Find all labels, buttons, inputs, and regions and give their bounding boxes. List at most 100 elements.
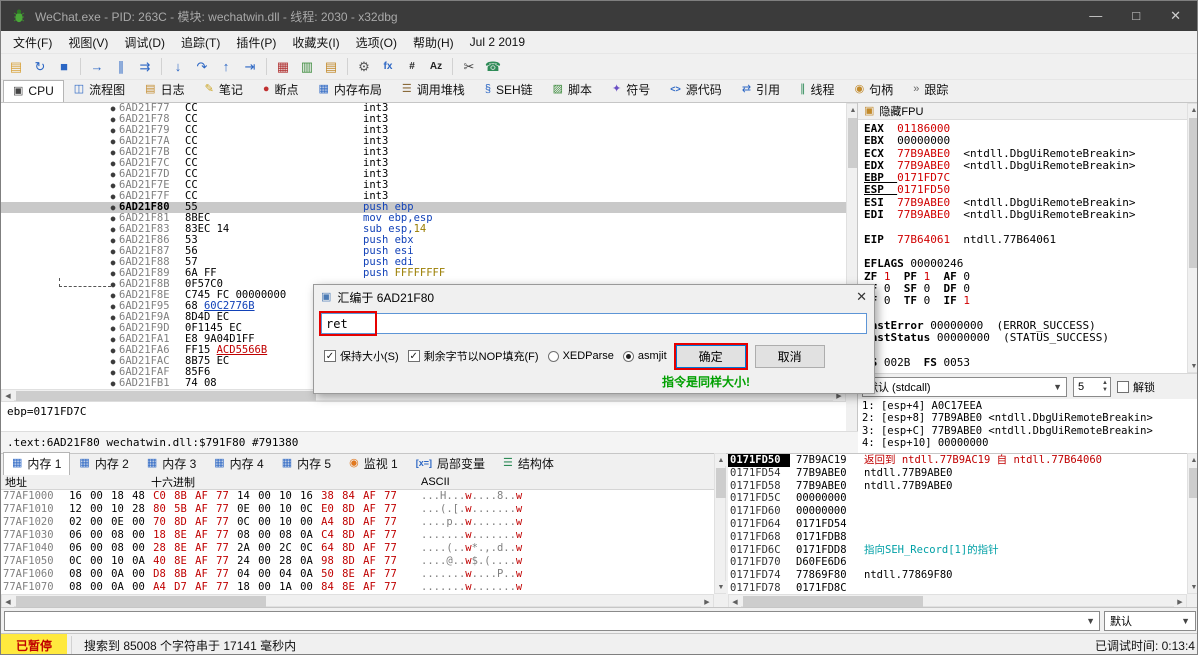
tab-notes[interactable]: ✎笔记 — [195, 77, 253, 102]
register-row[interactable]: LastStatus 00000000 (STATUS_SUCCESS) — [864, 332, 1187, 344]
dump-row[interactable]: 77AF10500C00100A408EAF772400280A988DAF77… — [1, 555, 714, 568]
checkbox-1[interactable]: ✓剩余字节以NOP填充(F) — [408, 348, 539, 364]
registers-vscrollbar[interactable]: ▲ ▼ — [1187, 103, 1198, 373]
menu-item-4[interactable]: 插件(P) — [228, 32, 284, 53]
spinner-arrows[interactable]: ▲▼ — [1102, 380, 1110, 394]
settings-icon[interactable]: ⚙ — [353, 57, 375, 77]
dump-hscrollbar[interactable]: ◀ ▶ — [1, 594, 714, 607]
stack-row[interactable]: 0171FD6C0171FDD8指向SEH_Record[1]的指针 — [728, 544, 1187, 557]
minimize-button[interactable]: — — [1089, 8, 1102, 24]
tab-graph[interactable]: ◫流程图 — [64, 77, 135, 102]
scroll-down-arrow[interactable]: ▼ — [1188, 360, 1198, 372]
step-over-icon[interactable]: ↷ — [191, 57, 213, 77]
tab-trace[interactable]: »跟踪 — [903, 77, 958, 102]
convention-dropdown[interactable]: 默认 (stdcall) ▼ — [862, 377, 1067, 397]
stack-row[interactable]: 0171FD640171FD54 — [728, 518, 1187, 531]
menu-item-7[interactable]: 帮助(H) — [405, 32, 462, 53]
scroll-up-arrow[interactable]: ▲ — [1188, 104, 1198, 116]
tab-source[interactable]: <>源代码 — [660, 77, 732, 102]
checkbox-0[interactable]: ✓保持大小(S) — [324, 348, 399, 364]
stack-row[interactable]: 0171FD5077B9AC19返回到 ntdll.77B9AC19 自 ntd… — [728, 454, 1187, 467]
dump-vscrollbar[interactable]: ▲ ▼ — [714, 453, 726, 594]
menu-item-6[interactable]: 选项(O) — [348, 32, 405, 53]
command-input[interactable]: ▼ — [4, 611, 1100, 631]
menu-item-2[interactable]: 调试(D) — [116, 32, 173, 53]
restart-icon[interactable]: ↻ — [29, 57, 51, 77]
open-file-icon[interactable]: ▤ — [5, 57, 27, 77]
memory-dump-pane[interactable]: 地址 十六进制 ASCII 77AF100016001848C08BAF7714… — [1, 475, 714, 594]
tab-threads[interactable]: ∥线程 — [790, 77, 845, 102]
tab-mem5[interactable]: ▦内存 5 — [273, 452, 340, 475]
tab-seh[interactable]: §SEH链 — [475, 77, 543, 102]
register-row[interactable]: EIP 77B64061 ntdll.77B64061 — [864, 234, 1187, 246]
close-icon[interactable]: ■ — [53, 57, 75, 77]
memory-map-icon[interactable]: ▥ — [296, 57, 318, 77]
run-animate-icon[interactable]: ⇉ — [134, 57, 156, 77]
tab-memory-map[interactable]: ▦内存布局 — [309, 77, 392, 102]
scroll-thumb[interactable] — [16, 391, 316, 401]
dump-row[interactable]: 77AF101012001028805BAF770E00100CE08DAF77… — [1, 503, 714, 516]
stack-row[interactable]: 0171FD680171FDB8 — [728, 531, 1187, 544]
calculator-icon[interactable]: fx — [377, 57, 399, 77]
tab-cpu[interactable]: ▣CPU — [3, 80, 64, 102]
phone-icon[interactable]: ☎ — [482, 57, 504, 77]
scissors-icon[interactable]: ✂ — [458, 57, 480, 77]
tab-handles[interactable]: ◉句柄 — [845, 77, 904, 102]
stack-row[interactable]: 0171FD5877B9ABE0ntdll.77B9ABE0 — [728, 480, 1187, 493]
stack-row[interactable]: 0171FD6000000000 — [728, 505, 1187, 518]
assemble-instruction-input[interactable]: ret — [321, 313, 867, 334]
radio-xedparse[interactable]: XEDParse — [548, 350, 614, 362]
log-icon[interactable]: ▤ — [320, 57, 342, 77]
scroll-up-arrow[interactable]: ▲ — [715, 454, 727, 466]
dump-row[interactable]: 77AF102002000E00708DAF770C001000A48DAF77… — [1, 516, 714, 529]
dump-row[interactable]: 77AF103006000800188EAF770800080AC48DAF77… — [1, 529, 714, 542]
scroll-thumb[interactable] — [1189, 468, 1198, 498]
dump-row[interactable]: 77AF104006000800288EAF772A002C0C648DAF77… — [1, 542, 714, 555]
stack-row[interactable]: 0171FD7477869F80ntdll.77869F80 — [728, 569, 1187, 582]
tab-struct[interactable]: ☰结构体 — [494, 452, 563, 475]
pause-icon[interactable]: ∥ — [110, 57, 132, 77]
maximize-button[interactable]: □ — [1132, 8, 1140, 24]
command-mode-dropdown[interactable]: 默认 ▼ — [1104, 611, 1196, 631]
tab-references[interactable]: ⇄引用 — [732, 77, 790, 102]
stack-row[interactable]: 0171FD780171FD8C — [728, 582, 1187, 594]
menu-item-8[interactable]: Jul 2 2019 — [462, 33, 533, 51]
scroll-thumb[interactable] — [743, 596, 923, 607]
dump-row[interactable]: 77AF106008000A00D88BAF770400040A508EAF77… — [1, 568, 714, 581]
ok-button[interactable]: 确定 — [676, 345, 746, 368]
scroll-up-arrow[interactable]: ▲ — [1188, 454, 1198, 466]
run-to-user-icon[interactable]: ⇥ — [239, 57, 261, 77]
menu-item-1[interactable]: 视图(V) — [60, 32, 116, 53]
cancel-button[interactable]: 取消 — [755, 345, 825, 368]
tab-watch1[interactable]: ◉监视 1 — [340, 452, 407, 475]
close-button[interactable]: ✕ — [1170, 8, 1181, 24]
menu-item-5[interactable]: 收藏夹(I) — [284, 32, 347, 53]
dialog-title-bar[interactable]: ▣ 汇编于 6AD21F80 ✕ — [314, 285, 874, 309]
step-out-icon[interactable]: ↑ — [215, 57, 237, 77]
stack-vscrollbar[interactable]: ▲ ▼ — [1187, 453, 1198, 594]
patches-icon[interactable]: # — [401, 57, 423, 77]
tab-locals[interactable]: [x=]局部变量 — [407, 452, 494, 475]
dump-row[interactable]: 77AF100016001848C08BAF77140010163884AF77… — [1, 490, 714, 503]
scroll-thumb[interactable] — [16, 596, 266, 607]
stack-pane[interactable]: 0171FD5077B9AC19返回到 ntdll.77B9AC19 自 ntd… — [728, 453, 1187, 594]
tab-breakpoints[interactable]: ●断点 — [253, 77, 309, 102]
tab-script[interactable]: ▨脚本 — [543, 77, 602, 102]
step-into-icon[interactable]: ↓ — [167, 57, 189, 77]
scroll-down-arrow[interactable]: ▼ — [1188, 581, 1198, 593]
tab-mem4[interactable]: ▦内存 4 — [205, 452, 272, 475]
scroll-thumb[interactable] — [716, 468, 726, 498]
stack-row[interactable]: 0171FD70D60FE6D6 — [728, 556, 1187, 569]
scroll-down-arrow[interactable]: ▼ — [715, 581, 727, 593]
stack-row[interactable]: 0171FD5C00000000 — [728, 492, 1187, 505]
stack-hscrollbar[interactable]: ◀ ▶ — [728, 594, 1187, 607]
tab-mem3[interactable]: ▦内存 3 — [138, 452, 205, 475]
tab-symbols[interactable]: ✦符号 — [602, 77, 660, 102]
tab-mem1[interactable]: ▦内存 1 — [3, 452, 70, 475]
chevron-down-icon[interactable]: ▼ — [1086, 616, 1095, 626]
menu-item-3[interactable]: 追踪(T) — [173, 32, 228, 53]
registers-pane[interactable]: ▣ 隐藏FPU EAX 01186000EBX 00000000ECX 77B9… — [858, 103, 1187, 373]
menu-item-0[interactable]: 文件(F) — [5, 32, 60, 53]
dialog-close-icon[interactable]: ✕ — [856, 289, 867, 305]
dump-row[interactable]: 77AF107008000A00A4D7AF7718001A00848EAF77… — [1, 581, 714, 594]
